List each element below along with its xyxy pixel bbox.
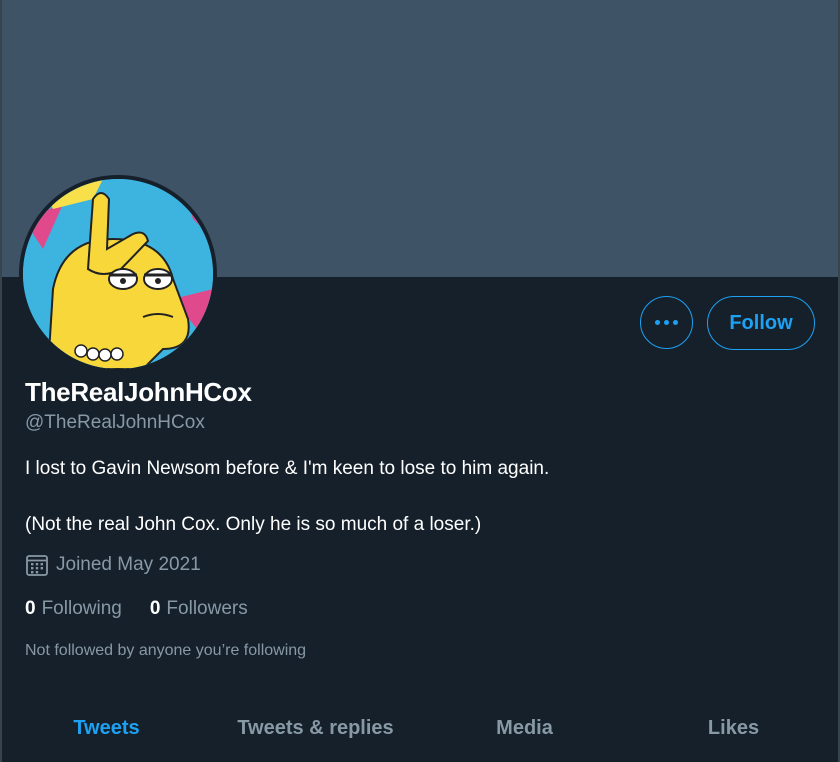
avatar[interactable] <box>19 175 217 373</box>
tab-media[interactable]: Media <box>420 700 629 756</box>
following-label: Following <box>41 598 122 619</box>
more-dot <box>673 320 678 325</box>
more-dot <box>664 320 669 325</box>
cartoon-avatar-icon <box>23 179 213 369</box>
follow-button[interactable]: Follow <box>707 296 815 350</box>
join-date-text: Joined May 2021 <box>56 554 201 575</box>
profile-bio: I lost to Gavin Newsom before & I'm keen… <box>25 455 805 538</box>
tab-likes[interactable]: Likes <box>629 700 838 756</box>
bio-line: (Not the real John Cox. Only he is so mu… <box>25 514 482 535</box>
profile-page: Follow TheRealJohnHCox @TheRealJohnHCox … <box>0 0 840 762</box>
avatar-image <box>23 179 213 369</box>
following-count: 0 <box>25 598 36 619</box>
user-handle: @TheRealJohnHCox <box>25 412 205 433</box>
followers-link[interactable]: 0 Followers <box>150 598 248 620</box>
followers-count: 0 <box>149 598 161 619</box>
calendar-icon <box>26 555 48 576</box>
following-link[interactable]: 0 Following <box>25 598 122 620</box>
bio-line: I lost to Gavin Newsom before & I'm keen… <box>25 458 550 479</box>
followers-label: Followers <box>166 598 248 619</box>
join-date: Joined May 2021 <box>25 553 201 577</box>
tab-tweets-and-replies[interactable]: Tweets & replies <box>211 700 420 756</box>
left-border <box>0 0 2 762</box>
display-name: TheRealJohnHCox <box>25 377 252 407</box>
profile-tabs: Tweets Tweets & replies Media Likes <box>2 700 838 756</box>
tab-tweets[interactable]: Tweets <box>2 700 211 756</box>
more-options-button[interactable] <box>640 296 693 349</box>
not-followed-notice: Not followed by anyone you’re following <box>25 642 307 659</box>
follow-stats: 0 Following 0 Followers <box>25 598 248 620</box>
more-horizontal-icon <box>655 320 660 325</box>
